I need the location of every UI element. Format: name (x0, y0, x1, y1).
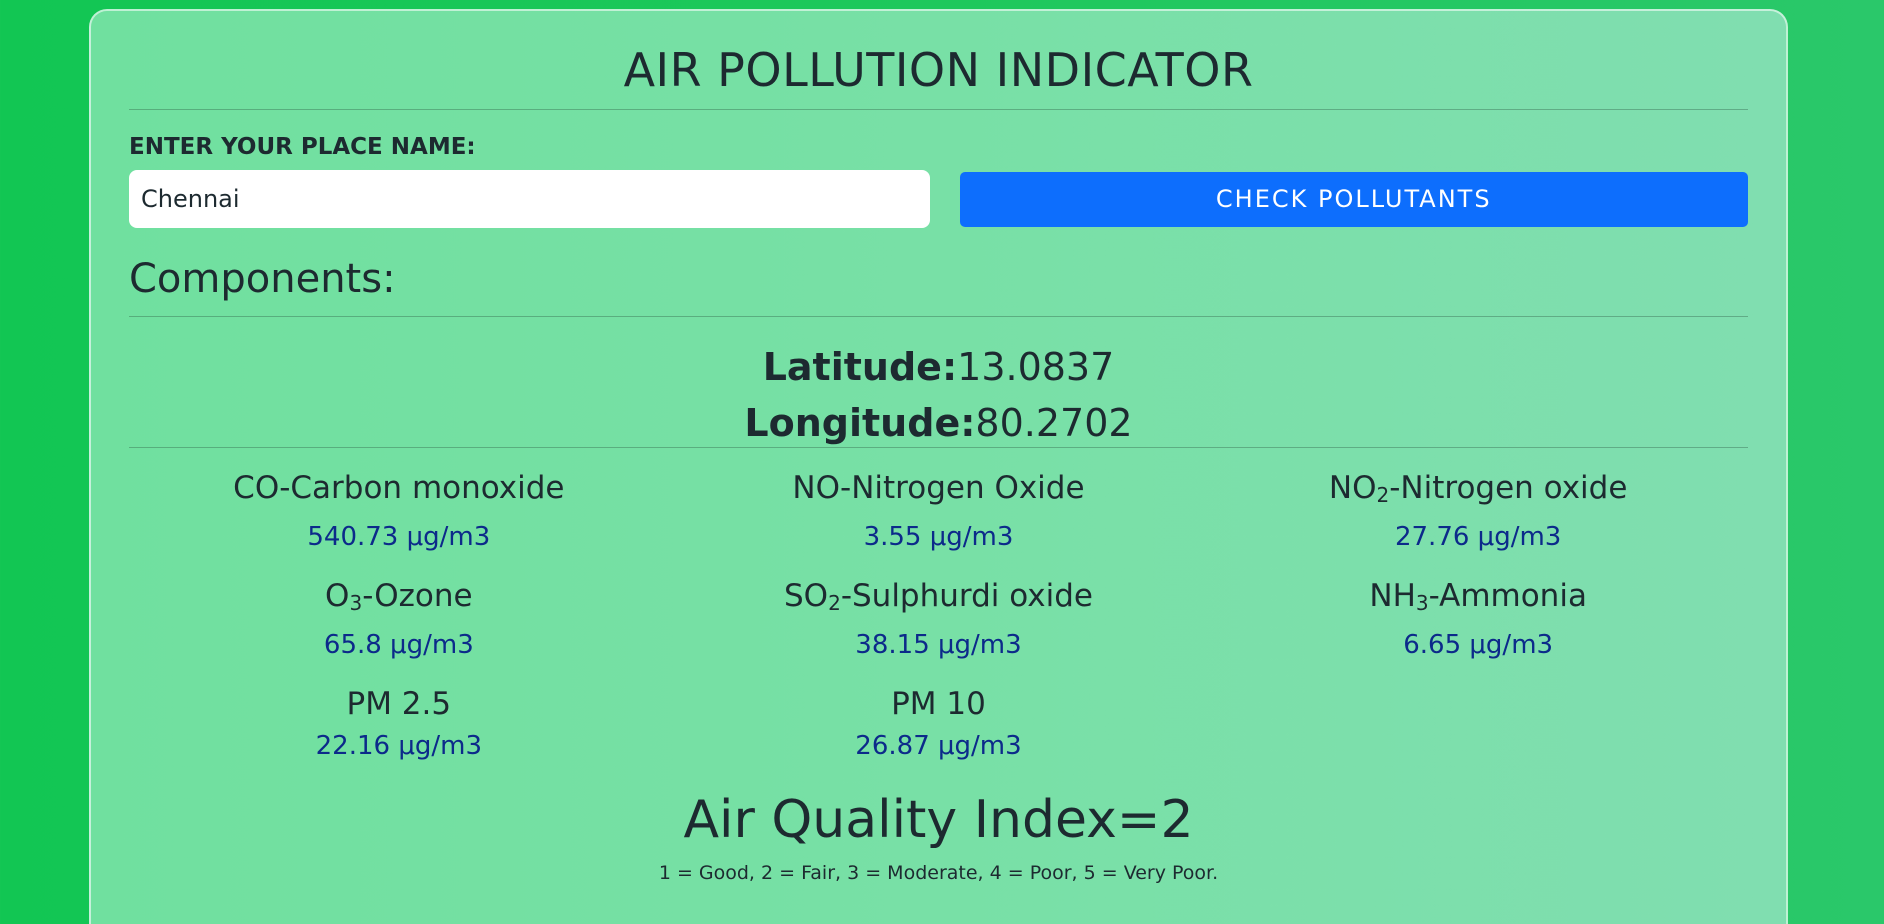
pollutant-value: 22.16 μg/m3 (315, 731, 483, 761)
title-divider (129, 109, 1748, 110)
pollutant-co: CO-Carbon monoxide 540.73 μg/m3 (129, 466, 669, 564)
pollutant-name: NO2-Nitrogen oxide (1328, 470, 1628, 507)
aqi-legend: 1 = Good, 2 = Fair, 3 = Moderate, 4 = Po… (658, 862, 1219, 884)
pollutant-o3: O3-Ozone 65.8 μg/m3 (129, 574, 669, 672)
air-quality-index: Air Quality Index=2 (683, 790, 1194, 850)
coordinates: Latitude:13.0837 Longitude:80.2702 (129, 317, 1748, 447)
main-card: AIR POLLUTION INDICATOR ENTER YOUR PLACE… (89, 9, 1788, 924)
place-name-label: ENTER YOUR PLACE NAME: (129, 134, 476, 160)
pollutant-name: PM 2.5 (346, 686, 452, 722)
pollutant-name: SO2-Sulphurdi oxide (784, 578, 1093, 615)
pollutant-nh3: NH3-Ammonia 6.65 μg/m3 (1208, 574, 1748, 672)
components-heading: Components: (129, 256, 396, 302)
place-name-input[interactable] (129, 170, 930, 228)
pollutant-name: O3-Ozone (325, 578, 473, 615)
page-title: AIR POLLUTION INDICATOR (623, 43, 1254, 97)
pollutant-value: 6.65 μg/m3 (1403, 630, 1554, 660)
pollutant-value: 26.87 μg/m3 (855, 731, 1022, 761)
search-row: CHECK POLLUTANTS (129, 170, 1748, 228)
longitude-value: 80.2702 (975, 401, 1133, 445)
pollutant-value: 3.55 μg/m3 (863, 522, 1014, 552)
longitude-label: Longitude: (744, 401, 976, 445)
pollutant-no2: NO2-Nitrogen oxide 27.76 μg/m3 (1208, 466, 1748, 564)
pollutant-name: CO-Carbon monoxide (233, 470, 565, 506)
latitude-value: 13.0837 (957, 345, 1115, 389)
pollutant-name: NO-Nitrogen Oxide (792, 470, 1085, 506)
pollutant-no: NO-Nitrogen Oxide 3.55 μg/m3 (669, 466, 1209, 564)
check-pollutants-button[interactable]: CHECK POLLUTANTS (959, 171, 1748, 227)
pollutant-name: NH3-Ammonia (1369, 578, 1587, 615)
latitude-row: Latitude:13.0837 (129, 339, 1748, 395)
latitude-label: Latitude: (762, 345, 958, 389)
pollutant-value: 38.15 μg/m3 (855, 630, 1022, 660)
pollutant-pm25: PM 2.5 22.16 μg/m3 (129, 682, 669, 780)
pollutant-so2: SO2-Sulphurdi oxide 38.15 μg/m3 (669, 574, 1209, 672)
pollutant-value: 65.8 μg/m3 (323, 630, 474, 660)
pollutant-grid: CO-Carbon monoxide 540.73 μg/m3 NO-Nitro… (129, 448, 1748, 780)
pollutant-value: 27.76 μg/m3 (1394, 522, 1562, 552)
longitude-row: Longitude:80.2702 (129, 395, 1748, 451)
pollutant-name: PM 10 (891, 686, 986, 722)
pollutant-value: 540.73 μg/m3 (307, 522, 491, 552)
pollutant-pm10: PM 10 26.87 μg/m3 (669, 682, 1209, 780)
